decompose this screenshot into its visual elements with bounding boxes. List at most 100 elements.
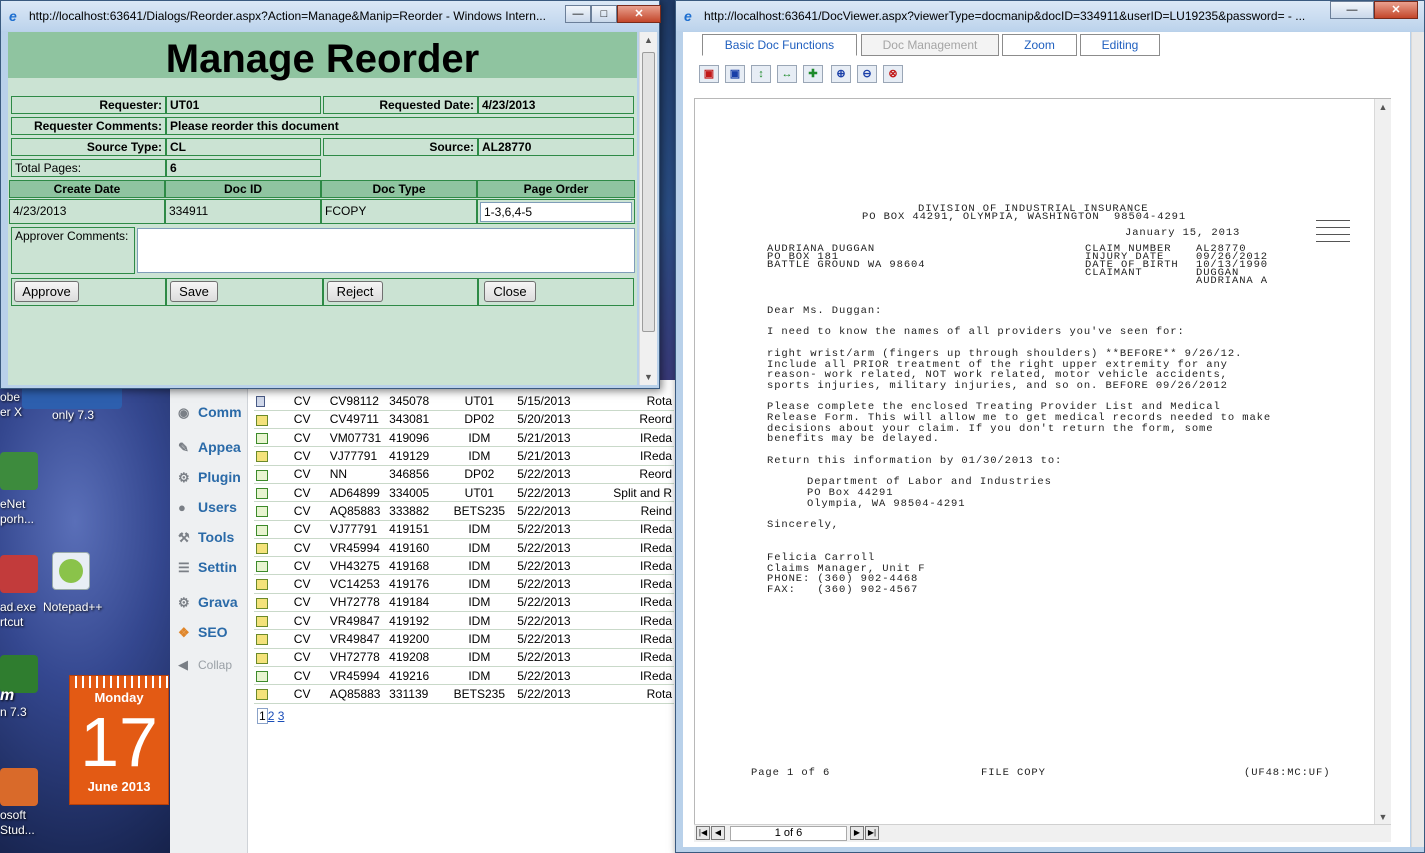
table-row[interactable]: CV NN 346856 DP02 5/22/2013 Reord: [254, 465, 674, 484]
previous-page-button[interactable]: ◀: [711, 826, 725, 840]
scroll-up-icon[interactable]: ▲: [1375, 99, 1391, 115]
desktop-icon-label[interactable]: eNet: [0, 497, 25, 512]
visual-studio-icon[interactable]: [0, 768, 38, 806]
desktop-icon-label[interactable]: ad.exe: [0, 600, 36, 615]
sidebar-item-comments[interactable]: ◉ Comm: [178, 404, 242, 424]
document-scrollbar[interactable]: ▲ ▼: [1374, 99, 1391, 825]
row-status-cell: [254, 556, 277, 576]
maximize-button[interactable]: □: [591, 5, 617, 23]
desktop-icon-label[interactable]: obe: [0, 390, 20, 405]
sidebar-collapse-menu[interactable]: ◀ Collap: [178, 657, 232, 677]
page-indicator[interactable]: 1 of 6: [730, 826, 847, 841]
move-icon[interactable]: ✚: [803, 65, 823, 83]
table-row[interactable]: CV AD64899 334005 UT01 5/22/2013 Split and R: [254, 483, 674, 503]
sidebar-item-plugins[interactable]: ⚙ Plugin: [178, 469, 241, 489]
notepad-plus-plus-icon[interactable]: [52, 552, 90, 590]
table-row[interactable]: CV VR49847 419192 IDM 5/22/2013 IReda: [254, 611, 674, 631]
table-row[interactable]: CV VM07731 419096 IDM 5/21/2013 IReda: [254, 428, 674, 448]
flip-horizontal-icon[interactable]: ↔: [777, 65, 797, 83]
minimize-button[interactable]: —: [565, 5, 591, 23]
table-row[interactable]: CV AQ85883 331139 BETS235 5/22/2013 Rota: [254, 684, 674, 704]
tab-zoom[interactable]: Zoom: [1002, 34, 1077, 56]
table-row[interactable]: CV AQ85883 333882 BETS235 5/22/2013 Reind: [254, 501, 674, 521]
table-row[interactable]: CV VC14253 419176 IDM 5/22/2013 IReda: [254, 574, 674, 594]
rotate-right-icon[interactable]: ▣: [725, 65, 745, 83]
save-button[interactable]: Save: [170, 281, 218, 302]
table-row[interactable]: CV VH72778 419208 IDM 5/22/2013 IReda: [254, 648, 674, 667]
viewer-window-scrollbar[interactable]: [1411, 32, 1424, 847]
first-page-button[interactable]: |◀: [696, 826, 710, 840]
sidebar-item-settings[interactable]: ☰ Settin: [178, 559, 237, 579]
approve-button[interactable]: Approve: [14, 281, 79, 302]
zoom-out-icon[interactable]: ⊖: [857, 65, 877, 83]
sidebar-item-users[interactable]: ● Users: [178, 499, 237, 519]
zoom-reset-icon[interactable]: ⊗: [883, 65, 903, 83]
table-cell-doc: 334005: [387, 483, 444, 503]
tab-doc-management[interactable]: Doc Management: [861, 34, 999, 56]
application-icon[interactable]: [0, 555, 38, 593]
table-row[interactable]: CV VR45994 419216 IDM 5/22/2013 IReda: [254, 666, 674, 686]
page-order-input[interactable]: 1-3,6,4-5: [480, 202, 632, 222]
tab-basic-doc-functions[interactable]: Basic Doc Functions: [702, 34, 857, 56]
desktop-icon-label[interactable]: Notepad++: [43, 600, 102, 615]
requester-comments-label: Requester Comments:: [11, 117, 166, 135]
rotate-left-icon[interactable]: ▣: [699, 65, 719, 83]
table-cell-action: IReda: [592, 593, 674, 613]
doc-viewer-titlebar[interactable]: e http://localhost:63641/DocViewer.aspx?…: [676, 1, 1424, 31]
close-window-button[interactable]: ✕: [617, 5, 661, 23]
sidebar-item-seo[interactable]: ❖ SEO: [178, 624, 228, 644]
flip-vertical-icon[interactable]: ↕: [751, 65, 771, 83]
table-cell-src: CV: [276, 648, 328, 667]
last-page-button[interactable]: ▶|: [865, 826, 879, 840]
doc-header-line: PO BOX 44291, OLYMPIA, WASHINGTON 98504-…: [862, 211, 1187, 223]
table-row[interactable]: CV CV98112 345078 UT01 5/15/2013 Rota: [254, 392, 674, 411]
scroll-thumb[interactable]: [642, 52, 655, 332]
application-icon[interactable]: [0, 452, 38, 490]
table-cell-action: IReda: [592, 556, 674, 576]
table-cell-claim: VJ77791: [327, 520, 388, 539]
desktop-icon-label[interactable]: rtcut: [0, 615, 23, 630]
desktop-icon-label[interactable]: porh...: [0, 512, 34, 527]
scroll-down-icon[interactable]: ▼: [1375, 809, 1391, 825]
sidebar-item-appearance[interactable]: ✎ Appea: [178, 439, 241, 459]
reorder-window-titlebar[interactable]: e http://localhost:63641/Dialogs/Reorder…: [1, 1, 661, 31]
table-row[interactable]: CV VH72778 419184 IDM 5/22/2013 IReda: [254, 593, 674, 613]
table-cell-doc: 419208: [387, 648, 444, 667]
desktop-icon-label[interactable]: er X: [0, 405, 22, 420]
desktop-icon-label[interactable]: only 7.3: [52, 408, 94, 423]
minimize-button[interactable]: —: [1330, 1, 1374, 19]
close-window-button[interactable]: ✕: [1374, 1, 1418, 19]
table-row[interactable]: CV CV49711 343081 DP02 5/20/2013 Reord: [254, 410, 674, 430]
sidebar-item-gravatar[interactable]: ⚙ Grava: [178, 594, 238, 614]
table-cell-src: CV: [276, 428, 328, 448]
reorder-scrollbar[interactable]: ▲ ▼: [639, 32, 657, 385]
desktop-icon-label[interactable]: n 7.3: [0, 705, 27, 720]
approver-comments-textarea[interactable]: [137, 228, 635, 273]
close-button[interactable]: Close: [484, 281, 536, 302]
calendar-gadget[interactable]: Monday 17 June 2013: [69, 675, 169, 805]
pager-page-link[interactable]: 2: [268, 709, 275, 723]
next-page-button[interactable]: ▶: [850, 826, 864, 840]
desktop-icon-label[interactable]: Stud...: [0, 823, 35, 838]
table-row[interactable]: CV VR45994 419160 IDM 5/22/2013 IReda: [254, 538, 674, 558]
scroll-down-icon[interactable]: ▼: [640, 369, 657, 385]
zoom-in-icon[interactable]: ⊕: [831, 65, 851, 83]
scroll-up-icon[interactable]: ▲: [640, 32, 657, 48]
tab-editing[interactable]: Editing: [1080, 34, 1160, 56]
internet-explorer-icon: e: [9, 8, 17, 24]
source-type-value: CL: [166, 138, 321, 156]
table-row[interactable]: CV VR49847 419200 IDM 5/22/2013 IReda: [254, 629, 674, 649]
table-row[interactable]: CV VJ77791 419151 IDM 5/22/2013 IReda: [254, 520, 674, 539]
doc-date: January 15, 2013: [1125, 227, 1241, 239]
desktop-icon-label[interactable]: m: [0, 688, 14, 704]
table-cell-doc: 419216: [387, 666, 444, 686]
table-row[interactable]: CV VJ77791 419129 IDM 5/21/2013 IReda: [254, 446, 674, 466]
table-row[interactable]: CV VH43275 419168 IDM 5/22/2013 IReda: [254, 556, 674, 576]
desktop-icon-label[interactable]: osoft: [0, 808, 26, 823]
table-cell-claim: CV98112: [327, 392, 388, 411]
sidebar-item-tools[interactable]: ⚒ Tools: [178, 529, 234, 549]
pager-page-link[interactable]: 3: [278, 709, 285, 723]
doc-field-value: AUDRIANA A: [1196, 275, 1269, 287]
table-cell-action: Reord: [592, 410, 674, 430]
reject-button[interactable]: Reject: [327, 281, 383, 302]
